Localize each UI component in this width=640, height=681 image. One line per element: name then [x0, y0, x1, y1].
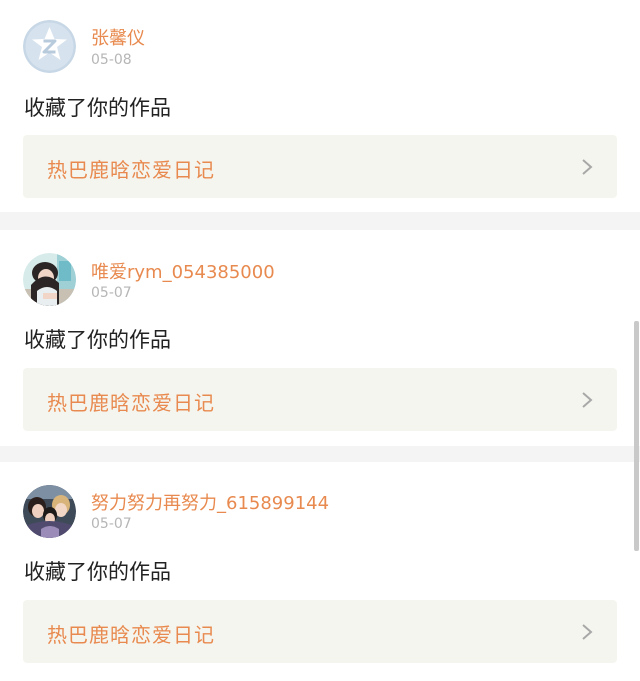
girl-photo-avatar-icon — [23, 253, 76, 306]
timestamp: 05-07 — [91, 516, 132, 532]
work-title: 热巴鹿晗恋爱日记 — [47, 391, 215, 415]
avatar[interactable] — [23, 20, 76, 73]
notification-card: 努力努力再努力_615899144 05-07 收藏了你的作品 热巴鹿晗恋爱日记 — [0, 462, 640, 681]
action-text: 收藏了你的作品 — [24, 560, 171, 584]
notification-card: 张馨仪 05-08 收藏了你的作品 热巴鹿晗恋爱日记 — [0, 0, 640, 212]
action-text: 收藏了你的作品 — [24, 328, 171, 352]
work-link[interactable]: 热巴鹿晗恋爱日记 — [23, 368, 617, 431]
chevron-right-icon — [582, 159, 593, 175]
notification-feed: 张馨仪 05-08 收藏了你的作品 热巴鹿晗恋爱日记 唯爱rym_0543850… — [0, 0, 640, 681]
timestamp: 05-08 — [91, 52, 132, 68]
action-text: 收藏了你的作品 — [24, 96, 171, 120]
notification-card: 唯爱rym_054385000 05-07 收藏了你的作品 热巴鹿晗恋爱日记 — [0, 230, 640, 446]
avatar[interactable] — [23, 253, 76, 306]
username[interactable]: 张馨仪 — [91, 24, 145, 50]
scrollbar[interactable] — [634, 321, 639, 551]
group-photo-avatar-icon — [23, 485, 76, 538]
timestamp: 05-07 — [91, 285, 132, 301]
work-link[interactable]: 热巴鹿晗恋爱日记 — [23, 600, 617, 663]
avatar[interactable] — [23, 485, 76, 538]
qq-default-avatar-icon — [23, 20, 76, 73]
username[interactable]: 努力努力再努力_615899144 — [91, 489, 329, 515]
work-link[interactable]: 热巴鹿晗恋爱日记 — [23, 135, 617, 198]
username[interactable]: 唯爱rym_054385000 — [91, 258, 275, 284]
work-title: 热巴鹿晗恋爱日记 — [47, 623, 215, 647]
work-title: 热巴鹿晗恋爱日记 — [47, 158, 215, 182]
chevron-right-icon — [582, 392, 593, 408]
chevron-right-icon — [582, 624, 593, 640]
